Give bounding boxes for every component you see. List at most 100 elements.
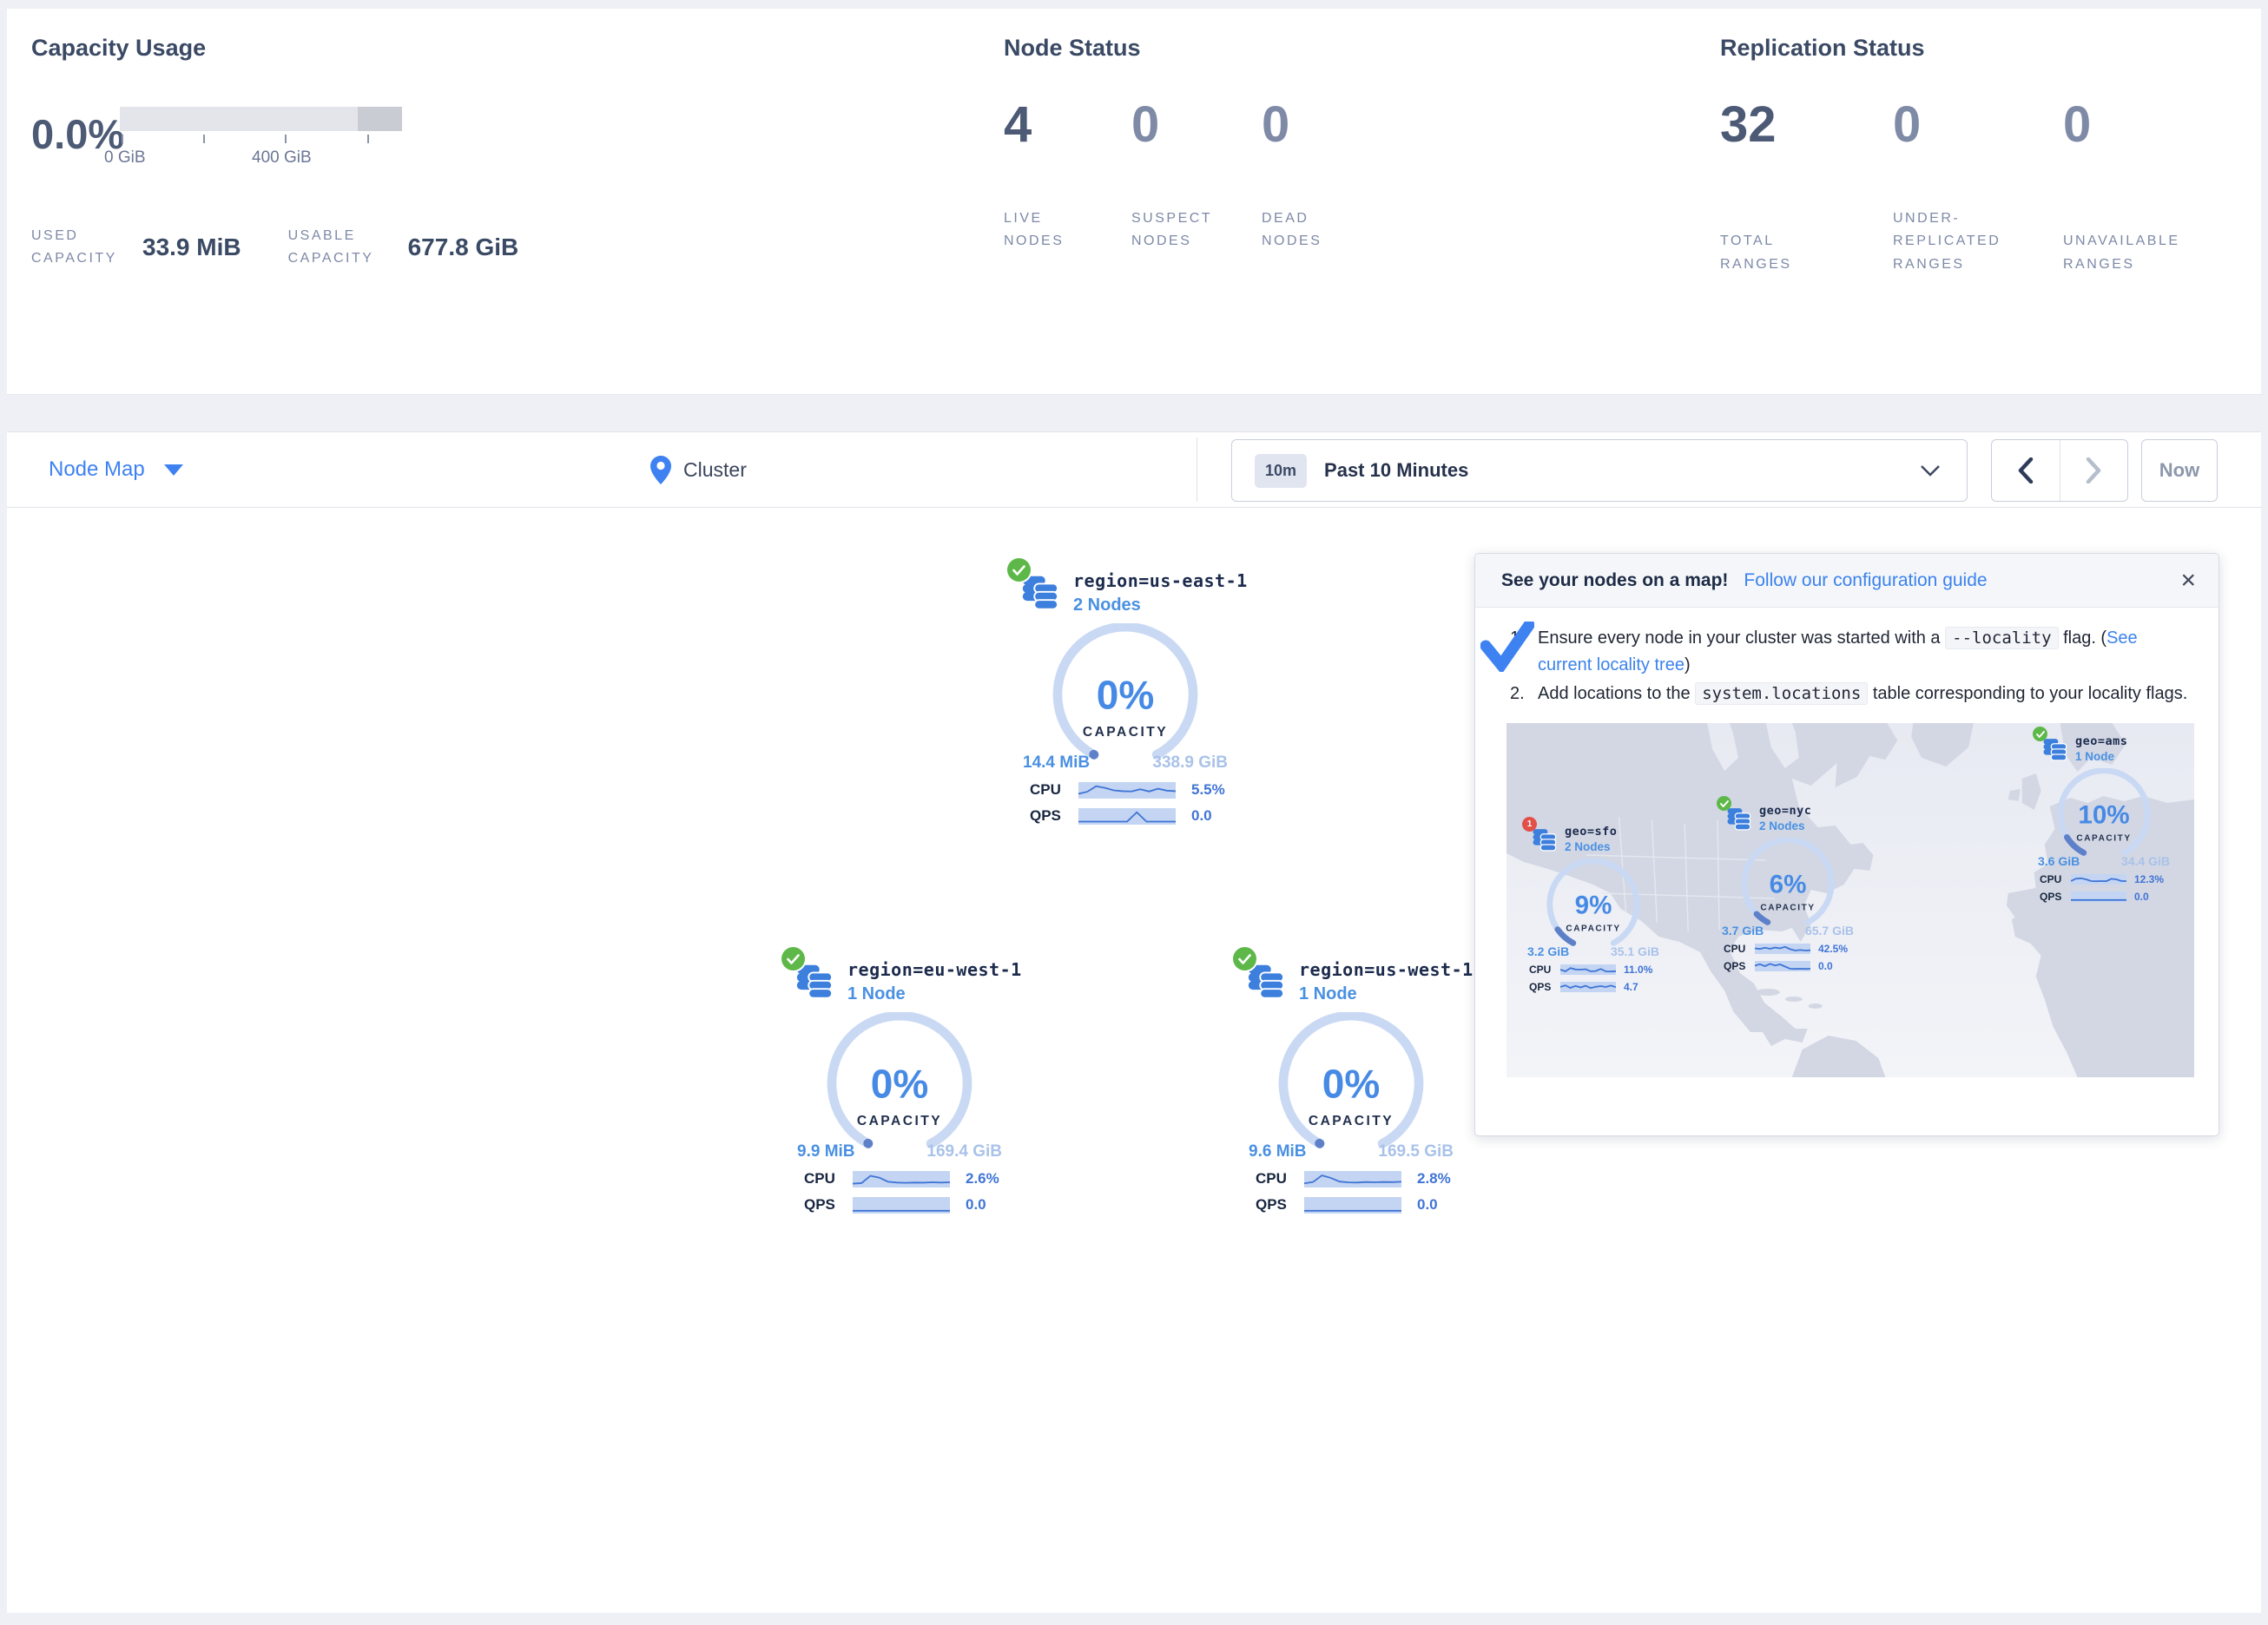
time-range-badge: 10m	[1255, 454, 1307, 488]
node-map-canvas: region=us-east-1 2 Nodes 0% CAPACITY 14.…	[7, 508, 2261, 1613]
map-node-geo-sfo[interactable]: 1 geo=sfo 2 Nodes	[1522, 820, 1665, 993]
time-step-buttons	[1991, 439, 2128, 502]
gauge-percent: 0%	[871, 1062, 928, 1107]
now-button[interactable]: Now	[2141, 439, 2218, 502]
node-count-link[interactable]: 1 Node	[2075, 750, 2127, 763]
qps-value: 0.0	[2134, 891, 2149, 903]
map-pin-icon	[650, 456, 671, 484]
total-ranges-label: TOTAL RANGES	[1720, 230, 1803, 276]
time-back-button[interactable]	[1992, 440, 2060, 501]
time-range-label: Past 10 Minutes	[1324, 459, 1468, 482]
used-capacity: 14.4 MiB	[1023, 753, 1090, 773]
qps-value: 0.0	[1417, 1196, 1438, 1214]
used-capacity-value: 33.9 MiB	[142, 234, 241, 261]
cpu-metric-row: CPU 2.6%	[804, 1170, 1021, 1188]
capacity-bar-used-segment	[358, 107, 402, 131]
cpu-value: 12.3%	[2134, 873, 2164, 885]
total-capacity: 65.7 GiB	[1805, 924, 1854, 938]
used-capacity: 3.2 GiB	[1527, 944, 1569, 958]
capacity-gauge: 10% CAPACITY	[2033, 768, 2175, 863]
cpu-value: 2.6%	[966, 1170, 999, 1188]
popup-instructions: 1. Ensure every node in your cluster was…	[1475, 608, 2219, 714]
map-node-geo-ams[interactable]: geo=ams 1 Node 10% CAPACITY 3.6 GiB 34.4…	[2033, 730, 2175, 903]
cpu-sparkline	[2071, 874, 2126, 885]
region-node-us-west-1[interactable]: region=us-west-1 1 Node 0% CAPACITY 9.6 …	[1230, 951, 1473, 1214]
cpu-metric-row: CPU 11.0%	[1529, 964, 1665, 976]
cpu-label: CPU	[1256, 1170, 1304, 1188]
capacity-bar-chart: 0 GiB 400 GiB	[120, 107, 402, 171]
qps-label: QPS	[1529, 981, 1560, 993]
capacity-gauge: 9% CAPACITY	[1522, 859, 1665, 953]
chevron-down-icon	[1920, 464, 1941, 477]
time-forward-button[interactable]	[2060, 440, 2128, 501]
healthy-check-icon	[1717, 796, 1731, 811]
node-count-link[interactable]: 1 Node	[847, 984, 1022, 1004]
locality-flag-code: --locality	[1945, 627, 2058, 649]
qps-metric-row: QPS 0.0	[804, 1196, 1021, 1214]
capacity-tick-label-0: 0 GiB	[104, 148, 146, 168]
qps-sparkline	[853, 1197, 950, 1214]
healthy-check-icon	[781, 947, 805, 970]
capacity-bar	[120, 107, 402, 131]
breadcrumb[interactable]: Cluster	[650, 456, 747, 484]
capacity-percent: 0.0%	[31, 107, 120, 155]
cpu-value: 11.0%	[1624, 964, 1652, 976]
total-capacity: 169.5 GiB	[1378, 1142, 1454, 1161]
unavailable-ranges-count: 0	[2063, 100, 2228, 150]
suspect-nodes-count: 0	[1131, 100, 1262, 150]
cpu-sparkline	[1078, 782, 1176, 799]
capacity-gauge: 6% CAPACITY	[1717, 838, 1859, 932]
cpu-metric-row: CPU 5.5%	[1030, 781, 1247, 799]
dead-nodes-count: 0	[1262, 100, 1392, 150]
gauge-capacity-label: CAPACITY	[1760, 904, 1815, 913]
used-capacity: 3.6 GiB	[2038, 854, 2080, 868]
qps-label: QPS	[1256, 1196, 1304, 1214]
locality-label: geo=ams	[2075, 734, 2127, 748]
qps-metric-row: QPS 0.0	[1724, 960, 1859, 972]
gauge-percent: 9%	[1575, 891, 1612, 919]
gauge-percent: 6%	[1770, 870, 1807, 898]
capacity-usage-title: Capacity Usage	[31, 35, 518, 62]
used-capacity: 9.9 MiB	[797, 1142, 855, 1161]
cpu-value: 2.8%	[1417, 1170, 1451, 1188]
map-node-geo-nyc[interactable]: geo=nyc 2 Nodes 6% CAPACITY 3.7 GiB 65.7…	[1717, 799, 1859, 972]
qps-value: 0.0	[966, 1196, 986, 1214]
locality-label: region=us-west-1	[1299, 959, 1474, 980]
node-count-link[interactable]: 2 Nodes	[1759, 819, 1811, 832]
under-replicated-count: 0	[1893, 100, 2063, 150]
used-capacity: 9.6 MiB	[1249, 1142, 1307, 1161]
gauge-percent: 10%	[2078, 800, 2129, 829]
qps-label: QPS	[804, 1196, 853, 1214]
capacity-bar-ticks	[120, 135, 402, 147]
region-node-us-east-1[interactable]: region=us-east-1 2 Nodes 0% CAPACITY 14.…	[1004, 562, 1247, 825]
gauge-capacity-label: CAPACITY	[1309, 1114, 1394, 1128]
chevron-left-icon	[2018, 457, 2034, 484]
locality-setup-popup: See your nodes on a map! Follow our conf…	[1474, 553, 2219, 1136]
qps-metric-row: QPS 0.0	[1256, 1196, 1473, 1214]
database-stack-icon	[2041, 736, 2067, 766]
total-capacity: 169.4 GiB	[926, 1142, 1002, 1161]
qps-sparkline	[1304, 1197, 1401, 1214]
locality-label: geo=sfo	[1565, 825, 1617, 839]
view-selector-dropdown[interactable]: Node Map	[49, 457, 183, 482]
total-capacity: 338.9 GiB	[1152, 753, 1228, 773]
node-count-link[interactable]: 2 Nodes	[1073, 595, 1248, 615]
popup-title: See your nodes on a map!	[1501, 570, 1728, 591]
capacity-gauge: 0% CAPACITY	[778, 1012, 1021, 1156]
view-selector-label: Node Map	[49, 457, 145, 482]
gauge-percent: 0%	[1322, 1062, 1380, 1107]
region-node-eu-west-1[interactable]: region=eu-west-1 1 Node 0% CAPACITY 9.9 …	[778, 951, 1021, 1214]
node-status-title: Node Status	[1004, 35, 1392, 62]
cpu-value: 42.5%	[1818, 943, 1848, 955]
node-count-link[interactable]: 1 Node	[1299, 984, 1474, 1004]
qps-value: 4.7	[1624, 981, 1638, 993]
gauge-capacity-label: CAPACITY	[1083, 725, 1168, 740]
total-ranges-count: 32	[1720, 100, 1893, 150]
configuration-guide-link[interactable]: Follow our configuration guide	[1744, 570, 1987, 591]
page-bottom-gutter	[0, 1613, 2268, 1625]
close-icon[interactable]: ×	[2180, 568, 2196, 594]
blue-check-icon	[1480, 622, 1534, 677]
node-count-link[interactable]: 2 Nodes	[1565, 840, 1617, 853]
time-range-dropdown[interactable]: 10m Past 10 Minutes	[1231, 439, 1968, 502]
cpu-label: CPU	[1724, 943, 1755, 955]
